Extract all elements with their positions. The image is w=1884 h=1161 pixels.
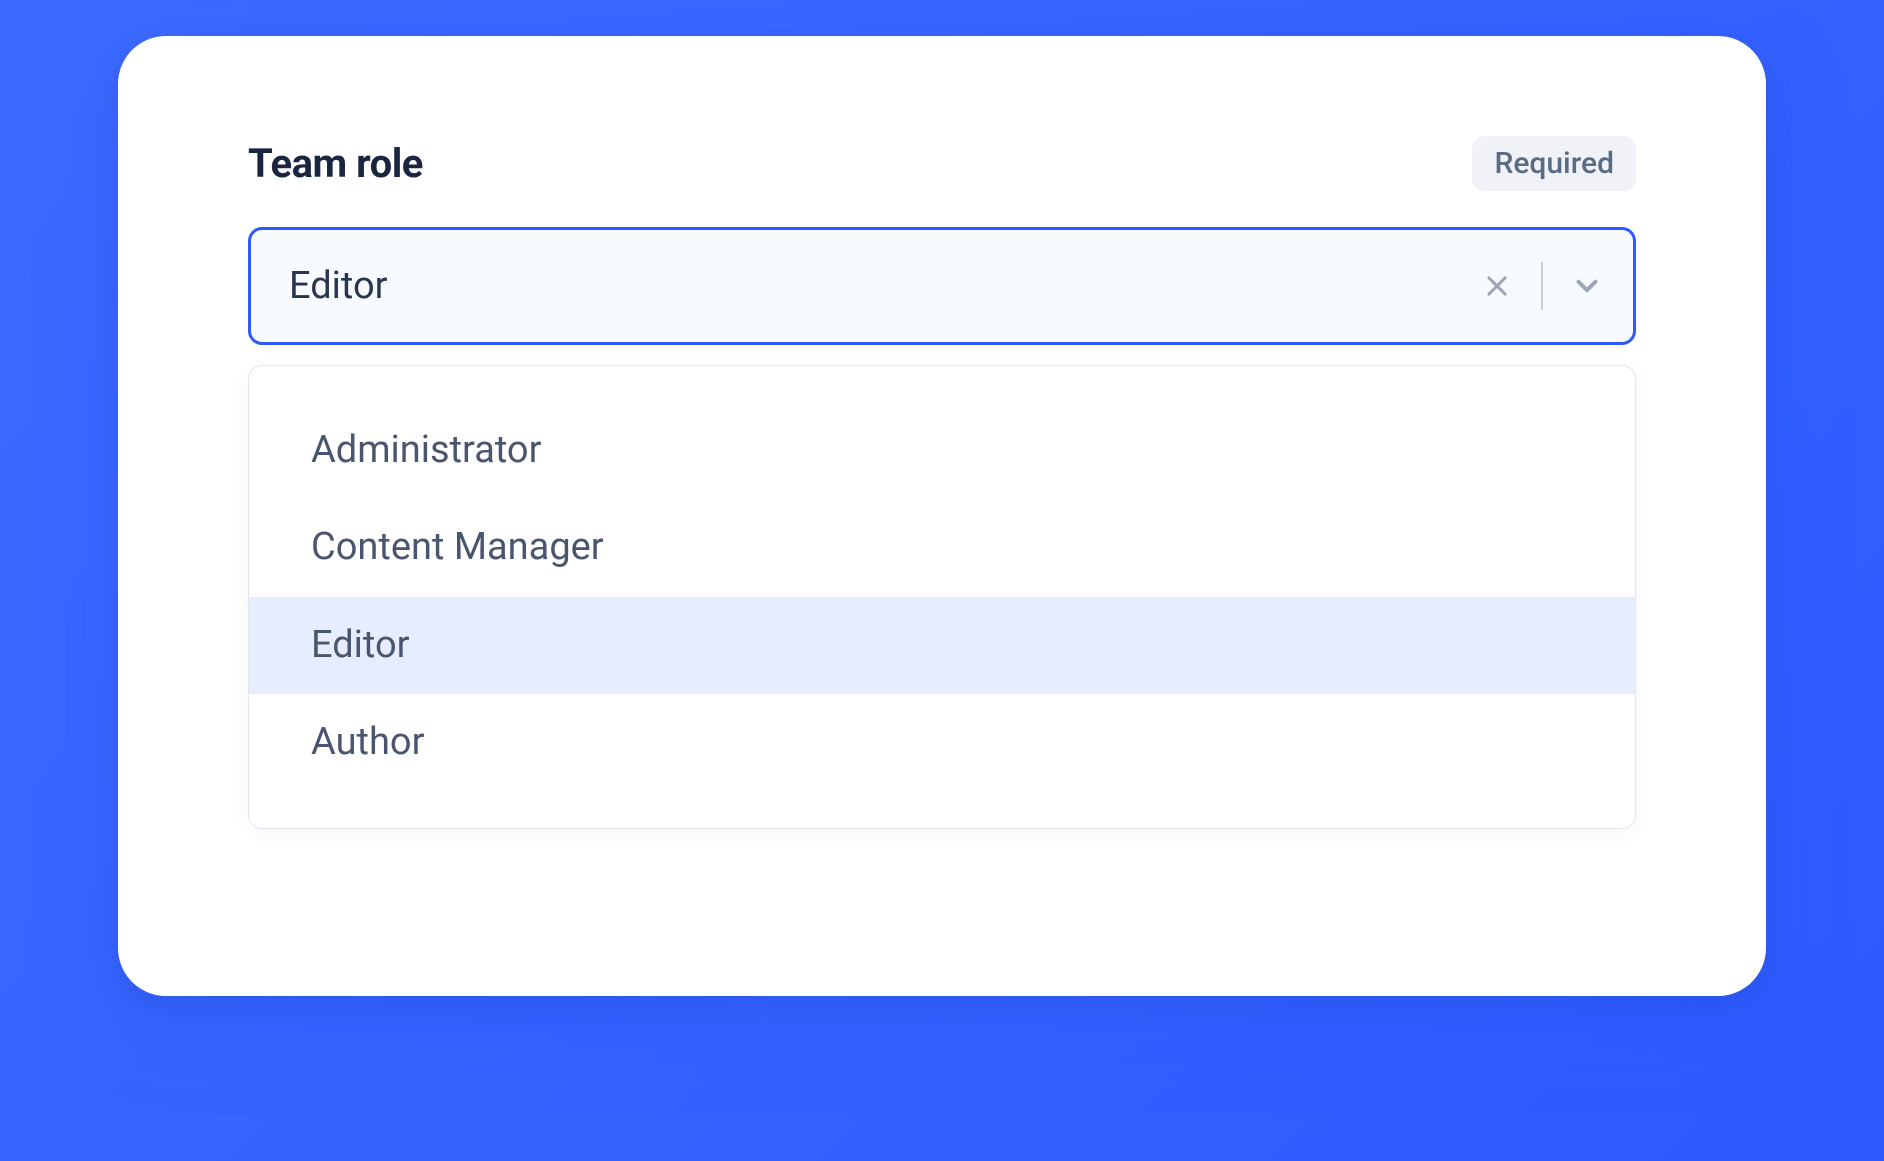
close-icon <box>1483 272 1511 300</box>
required-badge: Required <box>1472 136 1636 191</box>
form-card: Team role Required Editor <box>118 36 1766 996</box>
clear-button[interactable] <box>1477 266 1517 306</box>
option-author[interactable]: Author <box>249 694 1635 791</box>
indicator-separator <box>1541 262 1543 310</box>
select-value: Editor <box>289 264 1477 308</box>
dropdown-menu: Administrator Content Manager Editor Aut… <box>248 365 1636 829</box>
field-label: Team role <box>248 140 423 187</box>
select-wrapper: Editor <box>248 227 1636 345</box>
option-administrator[interactable]: Administrator <box>249 402 1635 499</box>
chevron-down-icon <box>1570 269 1604 303</box>
option-content-manager[interactable]: Content Manager <box>249 499 1635 596</box>
dropdown-toggle[interactable] <box>1567 266 1607 306</box>
option-editor[interactable]: Editor <box>249 597 1635 694</box>
select-indicators <box>1477 262 1607 310</box>
team-role-select[interactable]: Editor <box>248 227 1636 345</box>
field-header: Team role Required <box>248 136 1636 191</box>
